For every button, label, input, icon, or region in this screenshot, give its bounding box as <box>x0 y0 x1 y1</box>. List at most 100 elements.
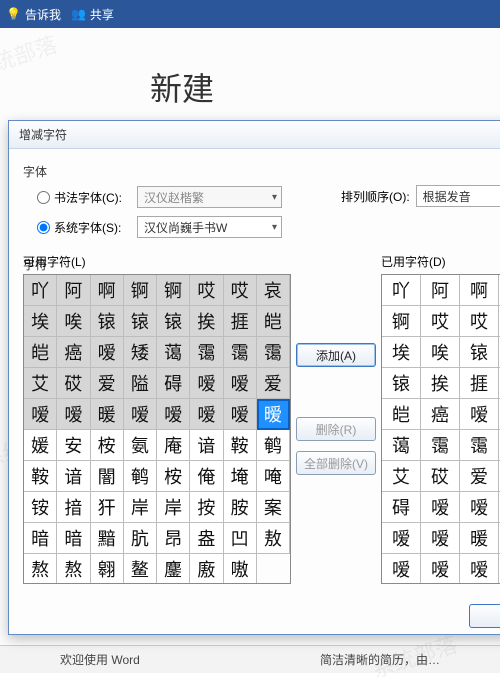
char-cell[interactable]: 埯 <box>224 461 257 492</box>
tell-me-button[interactable]: 💡 告诉我 <box>6 6 61 23</box>
char-cell[interactable]: 哎 <box>224 275 257 306</box>
char-cell[interactable]: 胺 <box>224 492 257 523</box>
char-cell[interactable]: 锿 <box>124 306 157 337</box>
char-cell[interactable]: 蔼 <box>157 337 190 368</box>
char-cell[interactable]: 哀 <box>257 275 290 306</box>
char-cell[interactable]: 啊 <box>460 275 499 306</box>
char-cell[interactable]: 揞 <box>57 492 90 523</box>
char-cell[interactable]: 岸 <box>124 492 157 523</box>
char-cell[interactable]: 爱 <box>460 461 499 492</box>
char-cell[interactable]: 蔼 <box>382 430 421 461</box>
char-cell[interactable]: 艾 <box>24 368 57 399</box>
char-cell[interactable]: 暧 <box>257 399 290 430</box>
char-cell[interactable]: 嗷 <box>224 554 257 584</box>
char-cell[interactable]: 桉 <box>157 461 190 492</box>
char-cell[interactable]: 昂 <box>157 523 190 554</box>
char-cell[interactable]: 啊 <box>91 275 124 306</box>
char-cell[interactable]: 霭 <box>224 337 257 368</box>
char-cell[interactable]: 鞍 <box>24 461 57 492</box>
char-cell[interactable]: 皑 <box>382 399 421 430</box>
char-cell[interactable]: 吖 <box>382 275 421 306</box>
char-cell[interactable]: 嗳 <box>460 492 499 523</box>
char-cell[interactable]: 锕 <box>382 306 421 337</box>
char-cell[interactable]: 氨 <box>124 430 157 461</box>
share-button[interactable]: 👥 共享 <box>71 6 114 23</box>
char-cell[interactable]: 爱 <box>91 368 124 399</box>
char-cell[interactable]: 哎 <box>190 275 223 306</box>
char-cell[interactable]: 嗳 <box>421 523 460 554</box>
char-cell[interactable]: 捱 <box>460 368 499 399</box>
char-cell[interactable]: 嗳 <box>382 554 421 584</box>
char-cell[interactable]: 廒 <box>190 554 223 584</box>
char-cell[interactable]: 敖 <box>257 523 290 554</box>
char-cell[interactable]: 鹌 <box>124 461 157 492</box>
char-cell[interactable]: 嗳 <box>460 554 499 584</box>
char-cell[interactable]: 霭 <box>190 337 223 368</box>
char-cell[interactable]: 嗳 <box>190 368 223 399</box>
char-cell[interactable]: 嗳 <box>421 554 460 584</box>
char-cell[interactable]: 媛 <box>24 430 57 461</box>
remove-all-button[interactable]: 全部删除(V) <box>296 451 376 475</box>
radio-system-input[interactable] <box>37 221 50 234</box>
radio-calligraphy-input[interactable] <box>37 191 50 204</box>
char-cell[interactable]: 锿 <box>157 306 190 337</box>
char-cell[interactable]: 翱 <box>91 554 124 584</box>
char-cell[interactable]: 嗳 <box>382 523 421 554</box>
char-cell[interactable]: 鏖 <box>157 554 190 584</box>
available-chars-grid[interactable]: 吖阿啊锕锕哎哎哀埃唉锿锿锿挨捱皑皑癌嗳矮蔼霭霭霭艾砹爱隘碍嗳嗳爱嗳嗳暖嗳嗳嗳嗳暧… <box>23 274 291 584</box>
char-cell[interactable]: 皑 <box>257 306 290 337</box>
char-cell[interactable]: 按 <box>190 492 223 523</box>
char-cell[interactable]: 嗳 <box>190 399 223 430</box>
char-cell[interactable]: 唉 <box>421 337 460 368</box>
char-cell[interactable]: 安 <box>57 430 90 461</box>
char-cell[interactable]: 桉 <box>91 430 124 461</box>
radio-system[interactable]: 系统字体(S): <box>37 219 129 236</box>
char-cell[interactable]: 哎 <box>460 306 499 337</box>
char-cell[interactable]: 犴 <box>91 492 124 523</box>
char-cell[interactable]: 阿 <box>421 275 460 306</box>
char-cell[interactable]: 案 <box>257 492 290 523</box>
char-cell[interactable]: 岸 <box>157 492 190 523</box>
char-cell[interactable]: 哎 <box>421 306 460 337</box>
char-cell[interactable]: 谙 <box>190 430 223 461</box>
char-cell[interactable]: 嗳 <box>421 492 460 523</box>
char-cell[interactable]: 锿 <box>460 337 499 368</box>
char-cell[interactable]: 嗳 <box>57 399 90 430</box>
char-cell[interactable]: 碍 <box>382 492 421 523</box>
char-cell[interactable]: 隘 <box>124 368 157 399</box>
char-cell[interactable]: 闇 <box>91 461 124 492</box>
char-cell[interactable]: 霭 <box>257 337 290 368</box>
char-cell[interactable]: 埃 <box>24 306 57 337</box>
char-cell[interactable]: 嗳 <box>91 337 124 368</box>
char-cell[interactable]: 暖 <box>91 399 124 430</box>
radio-calligraphy[interactable]: 书法字体(C): <box>37 189 129 206</box>
char-cell[interactable]: 挨 <box>421 368 460 399</box>
char-cell[interactable]: 癌 <box>57 337 90 368</box>
char-cell[interactable]: 埃 <box>382 337 421 368</box>
char-cell[interactable]: 鞍 <box>224 430 257 461</box>
char-cell[interactable]: 锿 <box>382 368 421 399</box>
char-cell[interactable]: 熬 <box>57 554 90 584</box>
used-chars-grid[interactable]: 吖阿啊锕锕哎哎哀埃唉锿锿锿挨捱皑皑癌嗳矮蔼霭霭霭艾砹爱隘碍嗳嗳爱嗳嗳暖嗳嗳嗳嗳媛 <box>381 274 500 584</box>
char-cell[interactable]: 霭 <box>460 430 499 461</box>
char-cell[interactable]: 阿 <box>57 275 90 306</box>
char-cell[interactable]: 霭 <box>421 430 460 461</box>
char-cell[interactable]: 嗳 <box>124 399 157 430</box>
remove-button[interactable]: 删除(R) <box>296 417 376 441</box>
char-cell[interactable]: 熬 <box>24 554 57 584</box>
char-cell[interactable]: 锿 <box>91 306 124 337</box>
char-cell[interactable]: 鳌 <box>124 554 157 584</box>
char-cell[interactable]: 谙 <box>57 461 90 492</box>
char-cell[interactable]: 嗳 <box>24 399 57 430</box>
char-cell[interactable]: 嗳 <box>224 399 257 430</box>
char-cell[interactable]: 肮 <box>124 523 157 554</box>
dialog-bottom-button[interactable] <box>469 604 500 628</box>
char-cell[interactable]: 锕 <box>157 275 190 306</box>
char-cell[interactable]: 嗳 <box>460 399 499 430</box>
calligraphy-font-combo[interactable]: 汉仪赵楷繁 ▾ <box>137 186 282 208</box>
char-cell[interactable]: 艾 <box>382 461 421 492</box>
char-cell[interactable]: 唵 <box>257 461 290 492</box>
char-cell[interactable]: 盎 <box>190 523 223 554</box>
char-cell[interactable]: 铵 <box>24 492 57 523</box>
char-cell[interactable]: 砹 <box>57 368 90 399</box>
